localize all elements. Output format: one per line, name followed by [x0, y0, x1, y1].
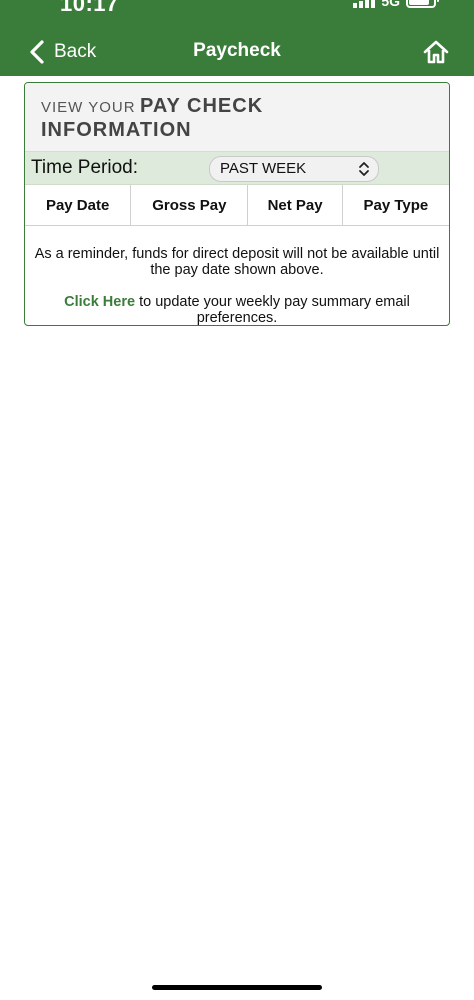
- column-gross-pay: Gross Pay: [131, 185, 249, 225]
- time-period-value: PAST WEEK: [220, 160, 307, 177]
- battery-icon: [406, 0, 439, 8]
- time-period-select[interactable]: PAST WEEK: [209, 156, 379, 182]
- header-bar: 10:17 5G Back Paycheck: [0, 0, 474, 76]
- update-text: to update your weekly pay summary email …: [135, 294, 410, 326]
- status-indicators: 5G: [353, 0, 439, 14]
- column-pay-type: Pay Type: [363, 196, 429, 214]
- updown-chevron-icon: [359, 162, 369, 176]
- page-title: Paycheck: [193, 40, 281, 61]
- heading-light: VIEW YOUR: [41, 99, 136, 116]
- signal-icon: [353, 0, 376, 8]
- time-period-label: Time Period:: [31, 157, 138, 178]
- paycheck-card: VIEW YOUR PAY CHECK INFORMATION Time Per…: [24, 82, 450, 326]
- update-preferences-text: Click Here to update your weekly pay sum…: [33, 294, 441, 326]
- column-net-pay: Net Pay: [248, 185, 343, 225]
- info-message: As a reminder, funds for direct deposit …: [25, 226, 449, 326]
- card-header: VIEW YOUR PAY CHECK INFORMATION: [25, 83, 449, 152]
- column-pay-date: Pay Date: [25, 185, 132, 225]
- time-period-row: Time Period: PAST WEEK: [25, 152, 449, 185]
- heading-bold-line2: INFORMATION: [41, 119, 192, 141]
- click-here-link[interactable]: Click Here: [64, 294, 135, 310]
- status-time: 10:17: [60, 0, 119, 16]
- heading-bold: PAY CHECK: [140, 95, 264, 117]
- reminder-text: As a reminder, funds for direct deposit …: [34, 246, 440, 278]
- pay-table-header: Pay Date Gross Pay Net Pay Pay Type: [25, 185, 449, 226]
- home-indicator: [152, 985, 322, 990]
- home-icon[interactable]: [422, 38, 450, 66]
- network-type: 5G: [381, 0, 400, 9]
